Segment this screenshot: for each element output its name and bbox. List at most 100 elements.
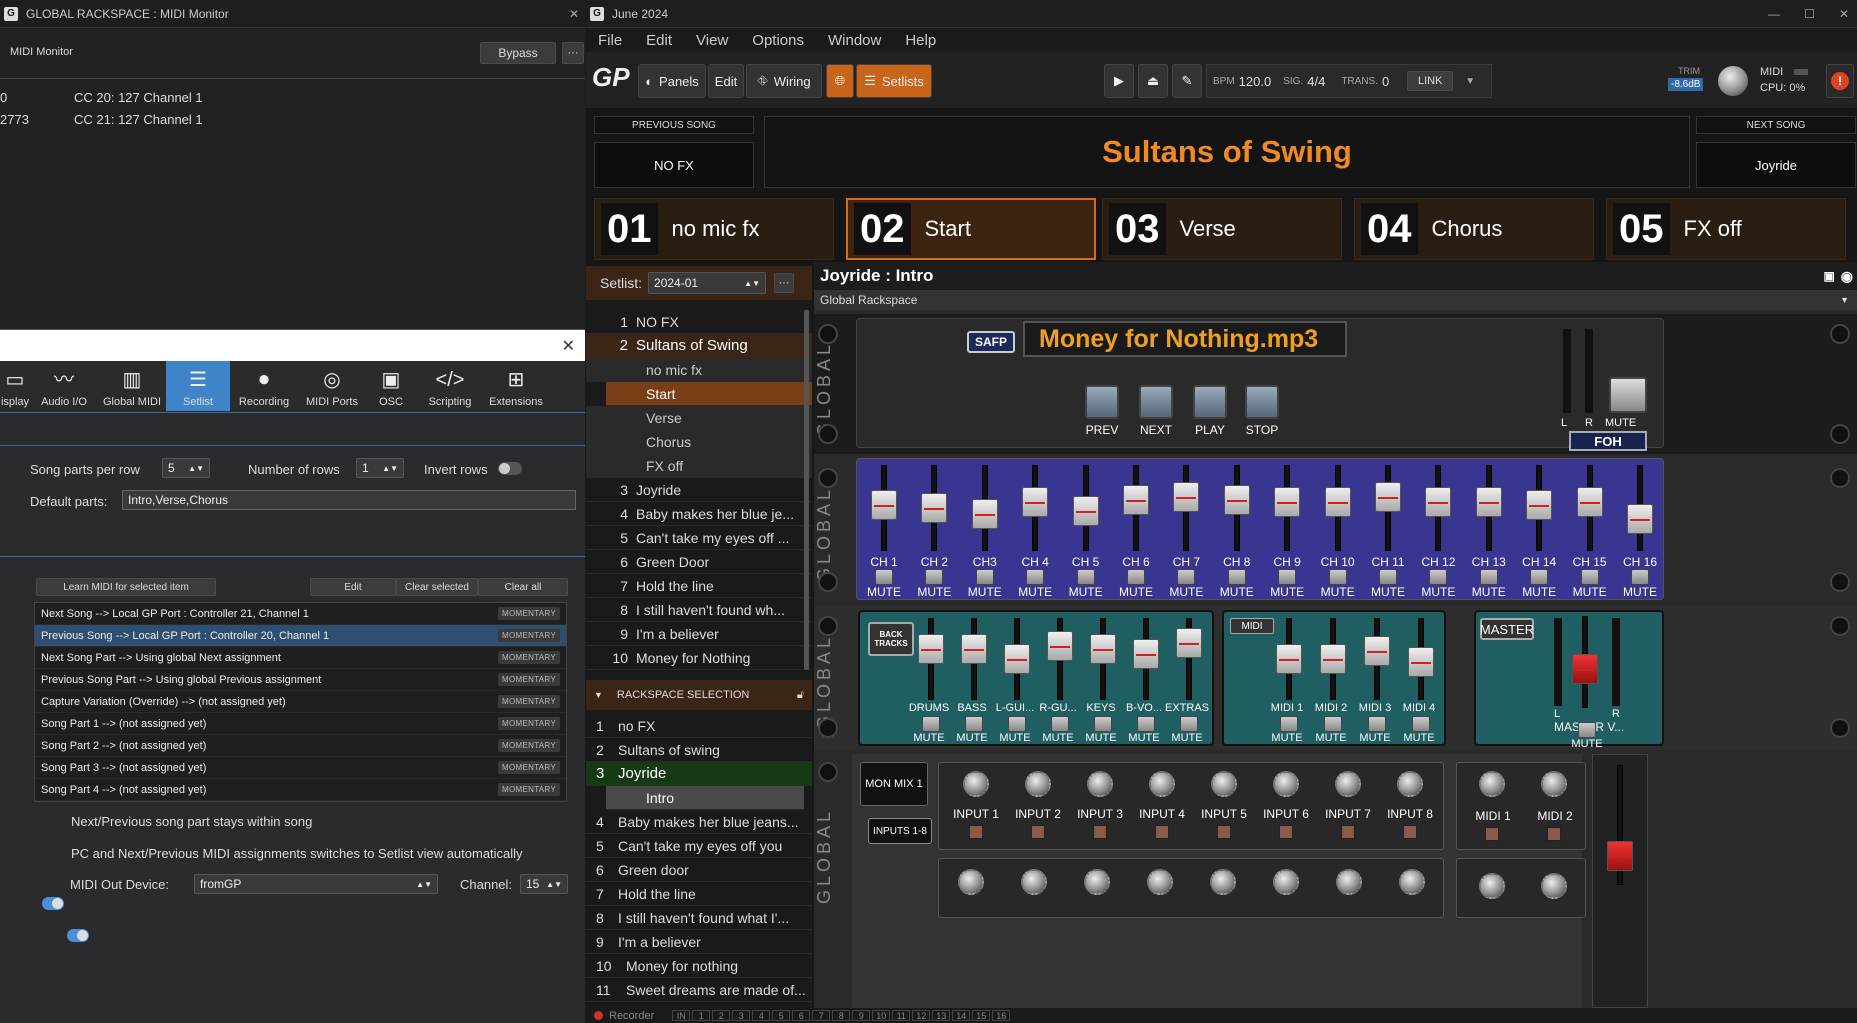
channel-mute-button[interactable] (925, 569, 944, 585)
sig-value[interactable]: 4/4 (1307, 74, 1325, 89)
fader-cap[interactable] (1276, 644, 1302, 674)
bpm-value[interactable]: 120.0 (1239, 74, 1272, 89)
channel-fader[interactable] (1627, 465, 1653, 551)
trans-value[interactable]: 0 (1382, 74, 1389, 89)
midi-fader[interactable] (1364, 618, 1390, 700)
tab-midi-ports[interactable]: ◎ MIDI Ports (298, 361, 366, 411)
stem-fader[interactable] (1176, 618, 1202, 700)
channel-mute-button[interactable] (1479, 569, 1498, 585)
chevron-down-icon[interactable]: ▼ (1465, 76, 1475, 87)
list-item[interactable]: no mic fx (586, 358, 812, 382)
track-number[interactable]: 3 (732, 1010, 751, 1021)
track-number[interactable]: 7 (812, 1010, 831, 1021)
panels-button[interactable]: ◐ Panels (638, 64, 706, 98)
list-item[interactable]: 3 Joyride (586, 478, 812, 502)
channel-fader[interactable] (1072, 465, 1099, 551)
song-part-5[interactable]: 05 FX off (1606, 198, 1846, 260)
input-mute-button[interactable] (1093, 825, 1107, 839)
list-item[interactable]: Song Part 4 --> (not assigned yet) MOMENT… (35, 779, 566, 801)
prev-pad[interactable] (1085, 385, 1119, 419)
default-parts-input[interactable]: Intro,Verse,Chorus (122, 490, 576, 510)
stem-fader[interactable] (918, 618, 944, 700)
knob[interactable] (1541, 873, 1567, 899)
fader-cap[interactable] (1004, 644, 1030, 674)
knob[interactable] (1020, 869, 1047, 895)
input-mute-button[interactable] (1155, 825, 1169, 839)
knob[interactable] (1083, 869, 1110, 895)
tuner-button[interactable]: ✎ (1172, 64, 1202, 98)
channel-fader[interactable] (1526, 465, 1553, 551)
channel-fader[interactable] (1173, 465, 1200, 551)
list-item[interactable]: Song Part 2 --> (not assigned yet) MOMENT… (35, 735, 566, 757)
channel-fader[interactable] (1576, 465, 1603, 551)
fader-cap[interactable] (1090, 634, 1116, 664)
input-knob[interactable] (1025, 771, 1051, 797)
stem-mute-button[interactable] (1180, 716, 1198, 732)
menu-view[interactable]: View (696, 32, 728, 49)
stem-fader[interactable] (961, 618, 987, 700)
link-button[interactable]: LINK (1407, 71, 1454, 91)
channel-fader[interactable] (1123, 465, 1149, 551)
number-of-rows-select[interactable]: 1 ▲▼ (356, 458, 404, 478)
inputs-button[interactable]: INPUTS 1-8 (868, 818, 932, 844)
record-icon[interactable] (594, 1011, 603, 1020)
song-part-1[interactable]: 01 no mic fx (594, 198, 834, 260)
setlist-select[interactable]: 2024-01 ▲▼ (648, 272, 767, 294)
song-parts-per-row-select[interactable]: 5 ▲▼ (162, 458, 210, 478)
channel-mute-button[interactable] (1631, 569, 1649, 585)
fader-cap[interactable] (1223, 485, 1250, 515)
input-knob[interactable] (1273, 771, 1299, 797)
list-item[interactable]: 7 Hold the line (586, 882, 812, 906)
track-number[interactable]: 5 (772, 1010, 791, 1021)
list-item[interactable]: 9 I'm a believer (586, 622, 812, 646)
close-icon[interactable]: ✕ (562, 336, 575, 356)
fader-cap[interactable] (1123, 485, 1149, 515)
channel-mute-button[interactable] (1328, 569, 1347, 585)
menu-options[interactable]: Options (752, 32, 804, 49)
wiring-button[interactable]: ⛗ Wiring (746, 64, 822, 98)
stem-fader[interactable] (1133, 618, 1159, 700)
knob[interactable] (1335, 869, 1362, 895)
lock-icon[interactable]: 🔓︎ (797, 689, 804, 702)
knob[interactable] (1479, 873, 1505, 899)
globe-button[interactable]: 🌐︎ (826, 64, 854, 98)
stem-fader[interactable] (1004, 618, 1030, 700)
list-item[interactable]: FX off (586, 454, 812, 478)
list-item[interactable]: 7 Hold the line (586, 574, 812, 598)
midi-out-select[interactable]: fromGP ▲▼ (194, 874, 438, 894)
knob[interactable] (1272, 869, 1299, 895)
input-knob[interactable] (1211, 771, 1237, 797)
midi-fader[interactable] (1276, 618, 1302, 700)
stem-mute-button[interactable] (1137, 716, 1155, 732)
track-number[interactable]: 13 (932, 1010, 951, 1021)
stem-mute-button[interactable] (1094, 716, 1112, 732)
input-mute-button[interactable] (1217, 825, 1231, 839)
clear-all-button[interactable]: Clear all (478, 578, 568, 596)
edit-button[interactable]: Edit (310, 578, 396, 596)
fader-cap[interactable] (1072, 496, 1099, 526)
channel-fader[interactable] (1022, 465, 1049, 551)
channel-mute-button[interactable] (1227, 569, 1246, 585)
channel-fader[interactable] (1324, 465, 1351, 551)
midi-mute-button[interactable] (1324, 716, 1342, 732)
fader-cap[interactable] (918, 634, 944, 664)
input-knob[interactable] (1335, 771, 1361, 797)
list-item[interactable]: Previous Song Part --> Using global Prev… (35, 669, 566, 691)
stem-fader[interactable] (1090, 618, 1116, 700)
metronome-button[interactable]: ⏏ (1138, 64, 1168, 98)
track-number[interactable]: 11 (892, 1010, 911, 1021)
song-part-4[interactable]: 04 Chorus (1354, 198, 1594, 260)
fader-cap[interactable] (871, 490, 897, 520)
tab-audio-io[interactable]: 〰 Audio I/O (30, 361, 98, 411)
fader-cap[interactable] (921, 493, 948, 523)
track-number[interactable]: 14 (952, 1010, 971, 1021)
fader-cap[interactable] (1526, 490, 1553, 520)
track-number[interactable]: IN (672, 1010, 691, 1021)
master-volume-fader[interactable] (1572, 616, 1598, 708)
menu-edit[interactable]: Edit (646, 32, 672, 49)
list-item[interactable]: 10 Money for nothing (586, 954, 812, 978)
channel-fader[interactable] (1425, 465, 1452, 551)
midi-fader[interactable] (1320, 618, 1346, 700)
fader-cap[interactable] (1047, 631, 1073, 661)
fader-cap[interactable] (1274, 487, 1301, 517)
